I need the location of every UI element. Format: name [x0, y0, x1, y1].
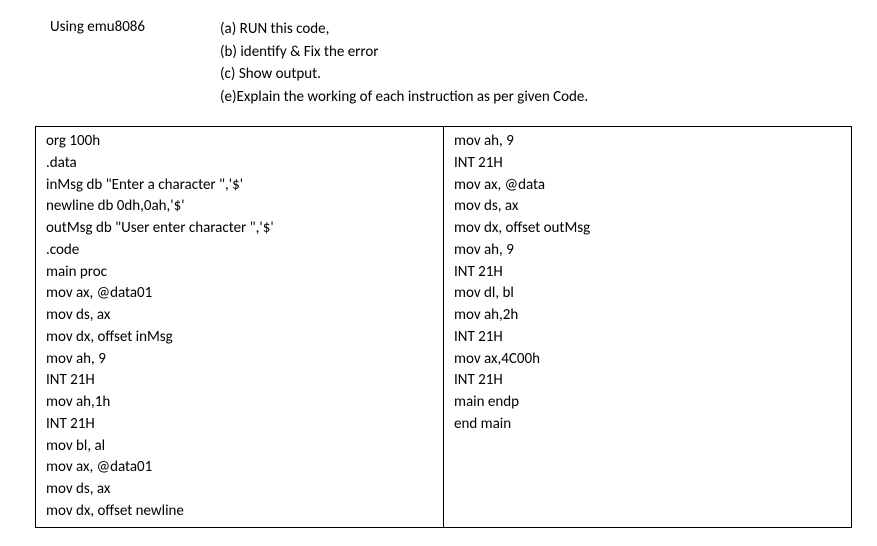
question-header: Using emu8086 (a) RUN this code, (b) ide…: [30, 18, 847, 108]
code-line: inMsg db "Enter a character ",'$': [46, 175, 433, 197]
code-table: org 100h .data inMsg db "Enter a charact…: [35, 126, 852, 528]
tool-label: Using emu8086: [50, 18, 145, 36]
code-line: mov ax,4C00h: [454, 349, 841, 371]
task-item: (e)Explain the working of each instructi…: [220, 86, 847, 109]
code-line: mov dx, offset outMsg: [454, 218, 841, 240]
code-line: .data: [46, 153, 433, 175]
code-line: outMsg db "User enter character ",'$': [46, 218, 433, 240]
code-line: mov ax, @data01: [46, 457, 433, 479]
code-line: mov ah, 9: [46, 349, 433, 371]
task-item: (b) identify & Fix the error: [220, 41, 847, 64]
code-line: mov ax, @data01: [46, 283, 433, 305]
code-column-right: mov ah, 9 INT 21H mov ax, @data mov ds, …: [444, 127, 852, 528]
table-row: org 100h .data inMsg db "Enter a charact…: [36, 127, 852, 528]
task-item: (c) Show output.: [220, 63, 847, 86]
code-line: .code: [46, 240, 433, 262]
code-line: mov ah, 9: [454, 131, 841, 153]
code-line: mov bl, al: [46, 436, 433, 458]
code-line: mov ds, ax: [46, 305, 433, 327]
code-line: mov dx, offset newline: [46, 501, 433, 523]
code-line: mov ah, 9: [454, 240, 841, 262]
code-line: INT 21H: [454, 327, 841, 349]
code-line: org 100h: [46, 131, 433, 153]
code-line: mov dx, offset inMsg: [46, 327, 433, 349]
code-line: INT 21H: [454, 153, 841, 175]
code-line: INT 21H: [454, 370, 841, 392]
task-item: (a) RUN this code,: [220, 18, 847, 41]
code-line: INT 21H: [46, 414, 433, 436]
tool-label-container: Using emu8086: [50, 18, 220, 108]
code-line: mov ax, @data: [454, 175, 841, 197]
code-column-left: org 100h .data inMsg db "Enter a charact…: [36, 127, 444, 528]
code-line: mov dl, bl: [454, 283, 841, 305]
code-line: end main: [454, 414, 841, 436]
code-line: main proc: [46, 262, 433, 284]
code-line: newline db 0dh,0ah,'$': [46, 196, 433, 218]
code-line: main endp: [454, 392, 841, 414]
task-list: (a) RUN this code, (b) identify & Fix th…: [220, 18, 847, 108]
code-line: mov ah,2h: [454, 305, 841, 327]
code-line: mov ds, ax: [454, 196, 841, 218]
code-line: mov ah,1h: [46, 392, 433, 414]
code-line: mov ds, ax: [46, 479, 433, 501]
code-line: INT 21H: [454, 262, 841, 284]
code-line: INT 21H: [46, 370, 433, 392]
